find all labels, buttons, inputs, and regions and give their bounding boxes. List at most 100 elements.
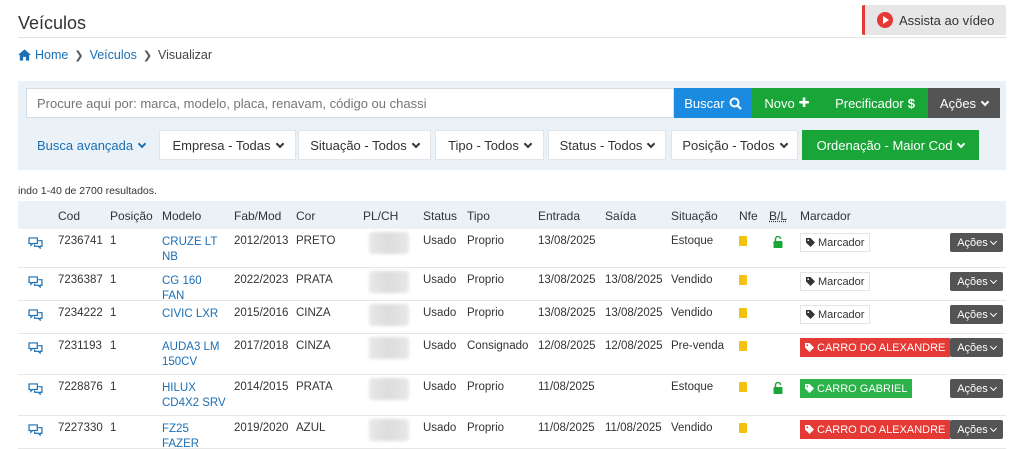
chevron-down-icon xyxy=(411,139,421,148)
cell-tipo: Consignado xyxy=(467,340,529,352)
cell-cod: 7227330 xyxy=(58,422,103,434)
plus-icon: ✚ xyxy=(798,95,810,110)
marker-tag[interactable]: Marcador xyxy=(800,233,871,252)
cell-status: Usado xyxy=(423,340,457,352)
cell-status: Usado xyxy=(423,274,457,286)
cell-modelo[interactable]: CIVIC LXR xyxy=(162,307,226,322)
cell-cod: 7236741 xyxy=(58,235,103,247)
header-entrada[interactable]: Entrada xyxy=(538,209,580,223)
header-modelo[interactable]: Modelo xyxy=(162,209,201,223)
header-cor[interactable]: Cor xyxy=(296,209,315,223)
results-count: indo 1-40 de 2700 resultados. xyxy=(18,185,157,197)
cell-modelo[interactable]: AUDA3 LM 150CV xyxy=(162,340,226,370)
cell-tipo: Proprio xyxy=(467,381,505,393)
header-fabmod[interactable]: Fab/Mod xyxy=(234,209,281,223)
header-plch[interactable]: PL/CH xyxy=(363,209,398,223)
title-divider xyxy=(18,37,1006,38)
search-button[interactable]: Buscar xyxy=(674,88,752,118)
header-nfe[interactable]: Nfe xyxy=(739,209,758,223)
header-bl[interactable]: B/L xyxy=(769,209,787,223)
header-status[interactable]: Status xyxy=(423,209,457,223)
watch-video-button[interactable]: Assista ao vídeo xyxy=(862,5,1006,35)
chevron-down-icon xyxy=(647,139,656,148)
chat-icon[interactable] xyxy=(28,276,43,288)
chevron-down-icon xyxy=(989,309,997,317)
unlock-icon[interactable] xyxy=(773,236,783,248)
tag-icon xyxy=(805,425,814,434)
cell-cor: CINZA xyxy=(296,340,331,352)
cell-fabmod: 2017/2018 xyxy=(234,340,289,352)
row-actions-button[interactable]: Ações xyxy=(950,305,1003,324)
chevron-down-icon xyxy=(137,139,147,148)
marker-tag[interactable]: CARRO DO ALEXANDRE xyxy=(800,338,951,357)
cell-modelo[interactable]: CRUZE LT NB xyxy=(162,235,226,265)
document-icon[interactable] xyxy=(739,275,747,285)
marker-tag[interactable]: Marcador xyxy=(800,305,871,324)
header-saida[interactable]: Saída xyxy=(605,209,636,223)
row-actions-button[interactable]: Ações xyxy=(950,420,1003,439)
row-actions-button[interactable]: Ações xyxy=(950,379,1003,398)
search-input[interactable] xyxy=(26,88,674,118)
header-posicao[interactable]: Posição xyxy=(110,209,153,223)
cell-tipo: Proprio xyxy=(467,422,505,434)
breadcrumb-veiculos[interactable]: Veículos xyxy=(90,48,137,62)
plate-redacted xyxy=(369,378,409,400)
cell-tipo: Proprio xyxy=(467,274,505,286)
marker-tag[interactable]: CARRO DO ALEXANDRE xyxy=(800,420,951,439)
chat-icon[interactable] xyxy=(28,309,43,321)
cell-modelo[interactable]: HILUX CD4X2 SRV xyxy=(162,381,226,411)
chat-icon[interactable] xyxy=(28,383,43,395)
header-cod[interactable]: Cod xyxy=(58,209,80,223)
header-tipo[interactable]: Tipo xyxy=(467,209,490,223)
cell-tipo: Proprio xyxy=(467,307,505,319)
cell-entrada: 11/08/2025 xyxy=(538,422,595,434)
marker-label: CARRO DO ALEXANDRE xyxy=(817,423,946,436)
cell-status: Usado xyxy=(423,381,457,393)
header-marcador[interactable]: Marcador xyxy=(800,209,851,223)
unlock-icon[interactable] xyxy=(773,382,783,394)
marker-tag[interactable]: CARRO GABRIEL xyxy=(800,379,913,398)
row-actions-button[interactable]: Ações xyxy=(950,272,1003,291)
chat-icon[interactable] xyxy=(28,342,43,354)
cell-situacao: Pre-venda xyxy=(671,340,725,352)
breadcrumb-home[interactable]: Home xyxy=(35,48,68,62)
filter-status[interactable]: Status - Todos xyxy=(548,130,666,160)
cell-fabmod: 2022/2023 xyxy=(234,274,289,286)
plate-redacted xyxy=(369,232,409,254)
cell-situacao: Vendido xyxy=(671,274,713,286)
plate-redacted xyxy=(369,337,409,359)
filter-empresa[interactable]: Empresa - Todas xyxy=(159,130,296,160)
chevron-down-icon xyxy=(989,342,997,350)
row-actions-button[interactable]: Ações xyxy=(950,233,1003,252)
cell-cor: PRETO xyxy=(296,235,336,247)
marker-label: Marcador xyxy=(818,275,865,288)
header-situacao[interactable]: Situação xyxy=(671,209,718,223)
breadcrumb: Home ❯ Veículos ❯ Visualizar xyxy=(18,48,212,62)
document-icon[interactable] xyxy=(739,382,747,392)
document-icon[interactable] xyxy=(739,236,747,246)
pricing-button[interactable]: Precificador $ xyxy=(822,88,928,118)
table-row: 7231193 1 AUDA3 LM 150CV 2017/2018 CINZA Usad… xyxy=(18,334,1006,375)
new-vehicle-button[interactable]: Novo ✚ xyxy=(752,88,822,118)
document-icon[interactable] xyxy=(739,341,747,351)
cell-modelo[interactable]: FZ25 FAZER xyxy=(162,422,226,449)
filter-empresa-label: Empresa - Todas xyxy=(172,137,271,153)
table-row: 7236741 1 CRUZE LT NB 2012/2013 PRETO Usado Pr… xyxy=(18,229,1006,268)
page-title: Veículos xyxy=(18,13,87,33)
filter-tipo[interactable]: Tipo - Todos xyxy=(435,130,544,160)
chevron-down-icon xyxy=(779,139,788,148)
document-icon[interactable] xyxy=(739,308,747,318)
filter-posicao[interactable]: Posição - Todos xyxy=(671,130,798,160)
document-icon[interactable] xyxy=(739,423,747,433)
cell-posicao: 1 xyxy=(110,422,117,434)
cell-modelo[interactable]: CG 160 FAN xyxy=(162,274,226,304)
actions-dropdown-button[interactable]: Ações xyxy=(928,88,1000,118)
row-actions-button[interactable]: Ações xyxy=(950,338,1003,357)
chat-icon[interactable] xyxy=(28,424,43,436)
row-actions-label: Ações xyxy=(957,236,988,249)
chat-icon[interactable] xyxy=(28,237,43,249)
marker-tag[interactable]: Marcador xyxy=(800,272,871,291)
advanced-search-toggle[interactable]: Busca avançada xyxy=(37,130,147,160)
sort-order-dropdown[interactable]: Ordenação - Maior Cod xyxy=(802,130,979,160)
filter-situacao[interactable]: Situação - Todos xyxy=(298,130,431,160)
